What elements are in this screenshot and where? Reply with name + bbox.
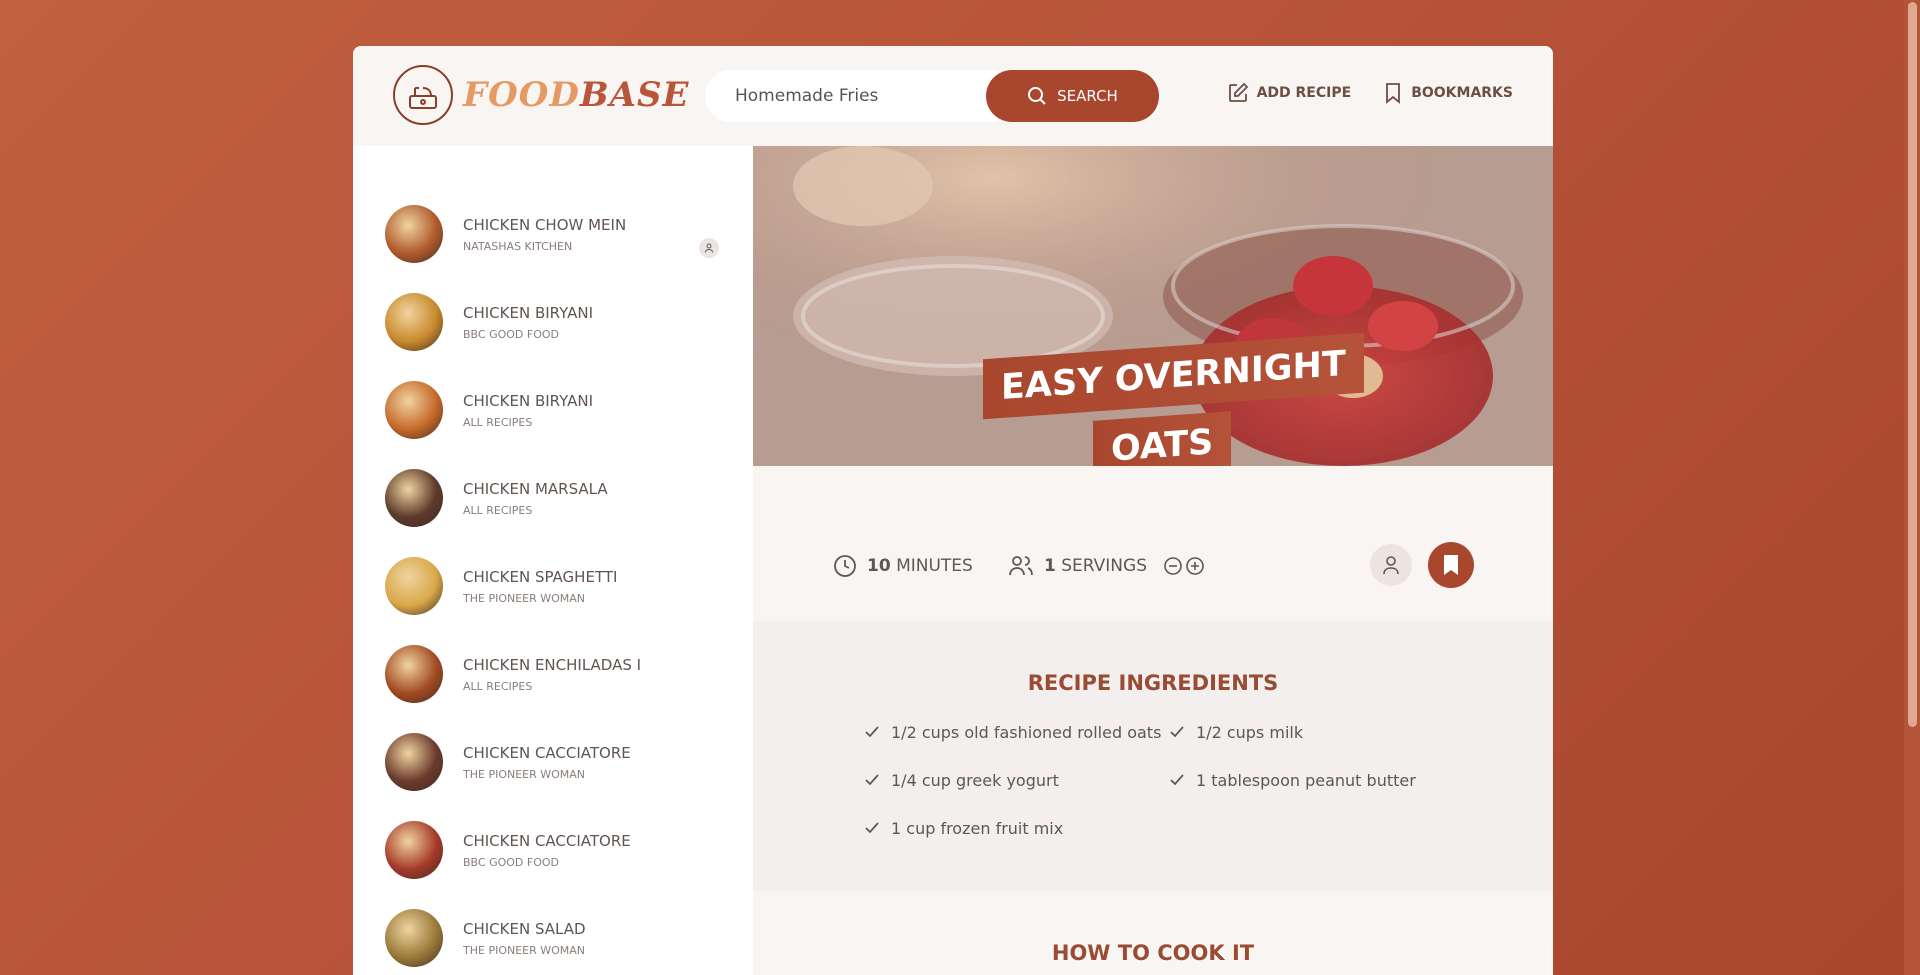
list-item-title: CHICKEN CACCIATORE	[463, 743, 631, 762]
recipe-thumbnail	[385, 381, 443, 439]
bookmark-icon	[1386, 83, 1401, 104]
list-item-publisher: THE PIONEER WOMAN	[463, 943, 586, 957]
top-nav: ADD RECIPE BOOKMARKS	[1227, 82, 1513, 104]
recipe-thumbnail	[385, 557, 443, 615]
recipe-thumbnail	[385, 821, 443, 879]
list-item-title: CHICKEN CHOW MEIN	[463, 215, 627, 234]
user-generated-icon	[699, 238, 719, 258]
cook-time-value: 10	[867, 556, 891, 576]
ingredient-item: 1 cup frozen fruit mix	[863, 817, 1168, 839]
ingredient-item: 1/2 cups old fashioned rolled oats	[863, 721, 1168, 743]
check-icon	[865, 774, 879, 786]
search-results-list: CHICKEN CHOW MEIN NATASHAS KITCHEN CHICKEN…	[353, 146, 753, 975]
servings: 1 SERVINGS	[1008, 554, 1205, 578]
list-item[interactable]: CHICKEN CACCIATORE THE PIONEER WOMAN	[353, 718, 753, 806]
list-item-title: CHICKEN ENCHILADAS I	[463, 655, 642, 674]
servings-unit: SERVINGS	[1061, 556, 1147, 576]
header: FOODBASE SEARCH ADD RECIPE BOOKMARKS	[353, 46, 1553, 146]
list-item[interactable]: CHICKEN ENCHILADAS I ALL RECIPES	[353, 630, 753, 718]
people-icon	[1009, 556, 1033, 576]
ingredient-item: 1 tablespoon peanut butter	[1168, 769, 1423, 791]
clock-icon	[834, 555, 856, 577]
page-scrollbar[interactable]	[1904, 0, 1920, 975]
search-form: SEARCH	[705, 70, 1159, 122]
ingredient-text: 1 cup frozen fruit mix	[891, 818, 1064, 838]
ingredients-section: RECIPE INGREDIENTS 1/2 cups old fashione…	[753, 621, 1553, 891]
bookmark-filled-icon	[1444, 555, 1458, 575]
recipe-details: 10 MINUTES 1 SERVINGS	[753, 466, 1553, 621]
increase-servings-icon[interactable]	[1185, 556, 1205, 576]
logo-text: FOODBASE	[463, 75, 689, 115]
list-item-title: CHICKEN SPAGHETTI	[463, 567, 618, 586]
search-button[interactable]: SEARCH	[986, 70, 1159, 122]
bookmarks-label: BOOKMARKS	[1411, 85, 1513, 101]
bookmarks-button[interactable]: BOOKMARKS	[1383, 82, 1513, 104]
logo-text-food: FOOD	[463, 75, 580, 115]
list-item-title: CHICKEN BIRYANI	[463, 303, 594, 322]
recipe-thumbnail	[385, 293, 443, 351]
list-item-publisher: ALL RECIPES	[463, 415, 533, 429]
search-icon	[1028, 87, 1046, 105]
list-item-publisher: THE PIONEER WOMAN	[463, 767, 586, 781]
list-item-title: CHICKEN MARSALA	[463, 479, 608, 498]
scrollbar-thumb[interactable]	[1908, 2, 1917, 727]
ingredients-list: 1/2 cups old fashioned rolled oats 1/2 cu…	[863, 721, 1423, 839]
recipe-thumbnail	[385, 645, 443, 703]
list-item[interactable]: CHICKEN CACCIATORE BBC GOOD FOOD	[353, 806, 753, 894]
check-icon	[1170, 726, 1184, 738]
logo-text-base: BASE	[579, 75, 690, 115]
directions-heading: HOW TO COOK IT	[1051, 941, 1255, 965]
logo[interactable]: FOODBASE	[393, 65, 689, 125]
list-item[interactable]: CHICKEN CHOW MEIN NATASHAS KITCHEN	[353, 190, 753, 278]
cook-time: 10 MINUTES	[833, 554, 973, 578]
add-recipe-label: ADD RECIPE	[1256, 85, 1352, 101]
list-item[interactable]: CHICKEN SPAGHETTI THE PIONEER WOMAN	[353, 542, 753, 630]
ingredients-heading: RECIPE INGREDIENTS	[1027, 671, 1279, 695]
logo-icon	[393, 65, 453, 125]
bookmark-button[interactable]	[1428, 542, 1474, 588]
search-button-label: SEARCH	[1057, 87, 1118, 105]
ingredient-text: 1/2 cups old fashioned rolled oats	[891, 722, 1162, 742]
recipe-thumbnail	[385, 733, 443, 791]
list-item[interactable]: CHICKEN SALAD THE PIONEER WOMAN	[353, 894, 753, 975]
list-item-title: CHICKEN CACCIATORE	[463, 831, 631, 850]
recipe-thumbnail	[385, 909, 443, 967]
decrease-servings-icon[interactable]	[1163, 556, 1183, 576]
ingredient-text: 1/2 cups milk	[1196, 722, 1304, 742]
ingredient-text: 1/4 cup greek yogurt	[891, 770, 1059, 790]
list-item-publisher: NATASHAS KITCHEN	[463, 239, 573, 253]
ingredient-item: 1/2 cups milk	[1168, 721, 1423, 743]
list-item[interactable]: CHICKEN BIRYANI ALL RECIPES	[353, 366, 753, 454]
check-icon	[1170, 774, 1184, 786]
check-icon	[865, 726, 879, 738]
search-input[interactable]	[705, 70, 985, 122]
edit-icon	[1228, 82, 1248, 102]
list-item-publisher: THE PIONEER WOMAN	[463, 591, 586, 605]
recipe-thumbnail	[385, 205, 443, 263]
list-item[interactable]: CHICKEN BIRYANI BBC GOOD FOOD	[353, 278, 753, 366]
add-recipe-button[interactable]: ADD RECIPE	[1227, 82, 1352, 104]
list-item-publisher: BBC GOOD FOOD	[463, 855, 559, 869]
recipe-thumbnail	[385, 469, 443, 527]
list-item-title: CHICKEN SALAD	[463, 919, 586, 938]
list-item-publisher: ALL RECIPES	[463, 679, 533, 693]
list-item-publisher: BBC GOOD FOOD	[463, 327, 559, 341]
user-icon	[1383, 556, 1399, 575]
cook-time-unit: MINUTES	[896, 556, 973, 576]
check-icon	[865, 822, 879, 834]
list-item-publisher: ALL RECIPES	[463, 503, 533, 517]
recipe-view: EASY OVERNIGHT OATS 10 MINUTES 1 SERVING…	[753, 146, 1553, 975]
ingredient-text: 1 tablespoon peanut butter	[1196, 770, 1416, 790]
servings-value: 1	[1044, 556, 1056, 576]
ingredient-item: 1/4 cup greek yogurt	[863, 769, 1168, 791]
app-container: FOODBASE SEARCH ADD RECIPE BOOKMARKS CHI…	[353, 46, 1553, 975]
user-generated-badge	[1370, 544, 1412, 586]
list-item-title: CHICKEN BIRYANI	[463, 391, 594, 410]
directions-section: HOW TO COOK IT	[753, 891, 1553, 975]
list-item[interactable]: CHICKEN MARSALA ALL RECIPES	[353, 454, 753, 542]
